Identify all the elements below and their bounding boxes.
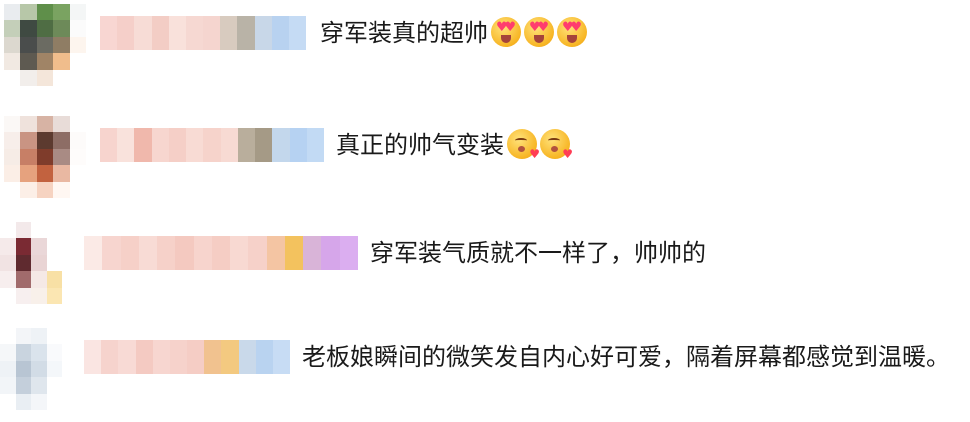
comment-text: 穿军装气质就不一样了，帅帅的	[370, 236, 706, 270]
kiss-heart-emoji	[507, 129, 540, 171]
comment-body: 穿军装气质就不一样了，帅帅的	[370, 239, 706, 267]
comment-body: 老板娘瞬间的微笑发自内心好可爱，隔着屏幕都感觉到温暖。	[302, 343, 950, 371]
comment-item: 老板娘瞬间的微笑发自内心好可爱，隔着屏幕都感觉到温暖。	[0, 316, 970, 416]
heart-eyes-emoji	[524, 17, 554, 47]
comment-item: 穿军装气质就不一样了，帅帅的	[0, 214, 970, 314]
heart-eyes-emoji	[557, 17, 587, 47]
username-blurred[interactable]	[84, 340, 291, 374]
comment-item: 真正的帅气变装	[0, 110, 970, 210]
username-blurred[interactable]	[100, 16, 307, 50]
kiss-heart-emoji	[540, 129, 573, 171]
comment-body: 真正的帅气变装	[336, 131, 504, 159]
comment-item: 穿军装真的超帅	[0, 0, 970, 100]
comment-text: 真正的帅气变装	[336, 128, 573, 171]
comment-body: 穿军装真的超帅	[320, 19, 488, 47]
heart-eyes-emoji	[491, 17, 521, 47]
comment-text: 穿军装真的超帅	[320, 16, 587, 50]
avatar[interactable]	[4, 4, 86, 86]
avatar[interactable]	[0, 222, 78, 304]
comment-text: 老板娘瞬间的微笑发自内心好可爱，隔着屏幕都感觉到温暖。	[302, 340, 950, 374]
username-blurred[interactable]	[100, 128, 325, 162]
username-blurred[interactable]	[84, 236, 358, 270]
avatar[interactable]	[0, 328, 78, 410]
avatar[interactable]	[4, 116, 86, 198]
